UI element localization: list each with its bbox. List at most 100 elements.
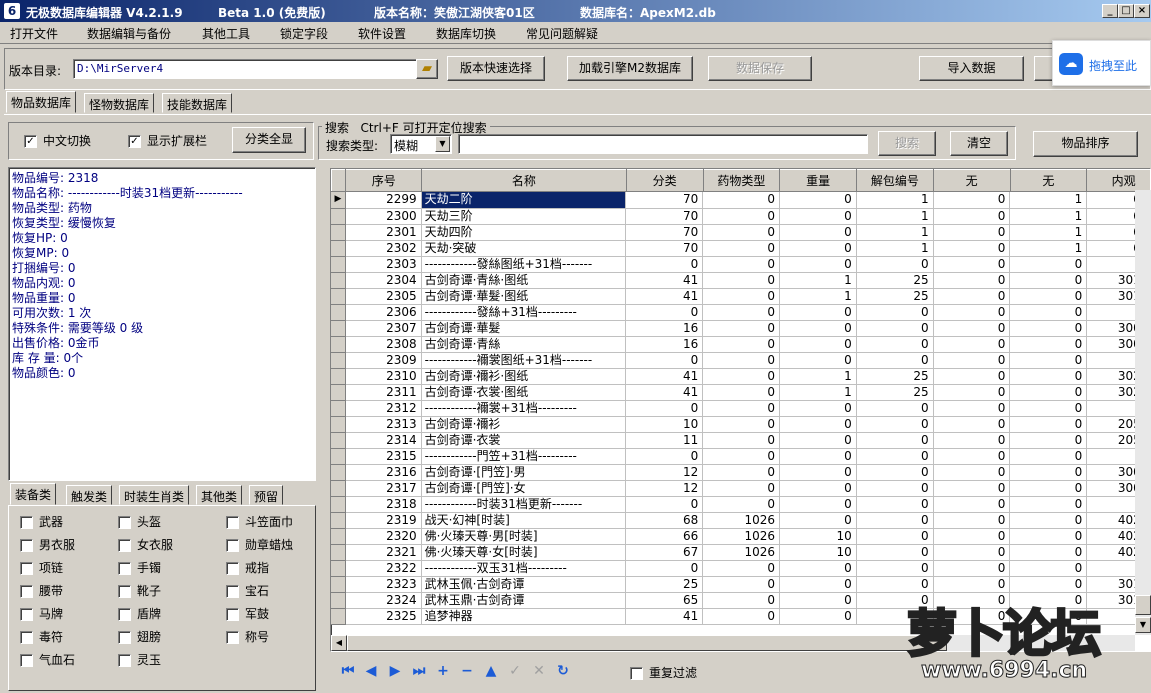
table-cell[interactable]: 0 xyxy=(702,272,781,289)
table-row[interactable]: 2316古剑奇谭·[門笠]·男120000030067 xyxy=(331,464,1150,481)
post-record-icon[interactable]: ✓ xyxy=(506,663,524,679)
table-cell[interactable]: 0 xyxy=(1009,560,1088,577)
table-cell[interactable]: 天劫二阶 xyxy=(421,192,627,209)
menu-faq[interactable]: 常见问题解疑 xyxy=(526,25,598,42)
row-indicator[interactable] xyxy=(331,352,346,369)
table-row[interactable]: 2319战天·幻神[时装]681026000040278 xyxy=(331,512,1150,529)
category-checkbox[interactable]: 头盔 xyxy=(118,513,161,530)
table-cell[interactable]: 70 xyxy=(625,240,704,257)
table-cell[interactable]: 0 xyxy=(856,416,934,433)
table-cell[interactable]: 0 xyxy=(933,288,1011,305)
table-cell[interactable]: 2313 xyxy=(345,416,422,433)
row-indicator[interactable] xyxy=(331,384,346,401)
table-cell[interactable]: 0 xyxy=(702,208,781,225)
category-checkbox[interactable]: 勋章蜡烛 xyxy=(226,536,293,553)
table-cell[interactable]: 古剑奇谭·華髮 xyxy=(421,320,627,337)
table-cell[interactable]: 41 xyxy=(625,368,704,385)
category-checkbox[interactable]: 武器 xyxy=(20,513,63,530)
category-checkbox[interactable]: 女衣服 xyxy=(118,536,173,553)
table-cell[interactable]: 古剑奇谭·衣裳 xyxy=(421,432,627,449)
scroll-left-icon[interactable]: ◀ xyxy=(331,635,347,651)
header-col[interactable]: 无 xyxy=(932,169,1011,192)
show-all-categories-button[interactable]: 分类全显 xyxy=(232,127,306,153)
menu-db-switch[interactable]: 数据库切换 xyxy=(436,25,496,42)
table-cell[interactable]: 2312 xyxy=(345,400,422,417)
row-indicator[interactable] xyxy=(331,528,346,545)
category-checkbox[interactable]: 气血石 xyxy=(20,651,75,668)
table-cell[interactable]: 0 xyxy=(1009,512,1088,529)
table-cell[interactable]: 战天·幻神[时装] xyxy=(421,512,627,529)
table-cell[interactable]: 0 xyxy=(625,304,704,321)
table-cell[interactable]: 古剑奇谭·襧衫 xyxy=(421,416,627,433)
row-indicator[interactable] xyxy=(331,224,346,241)
table-row[interactable]: 2302天劫·突破7000101675 xyxy=(331,240,1150,257)
table-cell[interactable]: 0 xyxy=(856,464,934,481)
row-indicator[interactable] xyxy=(331,288,346,305)
table-cell[interactable]: 0 xyxy=(1009,448,1088,465)
table-cell[interactable]: 0 xyxy=(933,496,1011,513)
table-cell[interactable]: 16 xyxy=(625,336,704,353)
prior-record-icon[interactable]: ◀ xyxy=(362,663,380,679)
menu-open-file[interactable]: 打开文件 xyxy=(10,25,58,42)
table-cell[interactable]: 0 xyxy=(1009,368,1088,385)
cancel-record-icon[interactable]: ✕ xyxy=(530,663,548,679)
table-cell[interactable]: 0 xyxy=(702,384,781,401)
row-indicator[interactable] xyxy=(331,272,346,289)
table-row[interactable]: 2314古剑奇谭·衣裳110000020595 xyxy=(331,432,1150,449)
table-cell[interactable]: 0 xyxy=(702,576,781,593)
table-cell[interactable]: 0 xyxy=(933,384,1011,401)
table-cell[interactable]: 0 xyxy=(856,336,934,353)
table-cell[interactable]: 佛·火瑧天尊·男[时装] xyxy=(421,528,627,545)
quick-select-button[interactable]: 版本快速选择 xyxy=(447,56,545,81)
row-indicator[interactable] xyxy=(331,240,346,257)
table-cell[interactable]: 0 xyxy=(856,304,934,321)
table-cell[interactable]: 0 xyxy=(1009,528,1088,545)
table-cell[interactable]: 25 xyxy=(856,368,934,385)
table-cell[interactable]: 2314 xyxy=(345,432,422,449)
menu-settings[interactable]: 软件设置 xyxy=(358,25,406,42)
table-cell[interactable]: 1 xyxy=(779,368,857,385)
next-record-icon[interactable]: ▶ xyxy=(386,663,404,679)
close-button[interactable]: × xyxy=(1134,4,1150,18)
table-cell[interactable]: ------------發絲图纸+31档------- xyxy=(421,256,627,273)
header-col[interactable]: 解包编号 xyxy=(856,169,934,192)
table-cell[interactable]: 古剑奇谭·襧衫·图纸 xyxy=(421,368,627,385)
table-cell[interactable]: 0 xyxy=(1009,320,1088,337)
table-cell[interactable]: 1026 xyxy=(702,512,781,529)
table-cell[interactable]: 0 xyxy=(779,512,857,529)
table-cell[interactable]: 0 xyxy=(1009,416,1088,433)
table-cell[interactable]: 0 xyxy=(933,544,1011,561)
table-cell[interactable]: 0 xyxy=(933,240,1011,257)
hscroll-thumb[interactable] xyxy=(347,635,947,651)
table-row[interactable]: 2300天劫三阶7000101675 xyxy=(331,208,1150,225)
clear-button[interactable]: 清空 xyxy=(950,131,1008,156)
drag-overlay[interactable]: ☁ 拖拽至此 xyxy=(1052,40,1151,86)
menu-edit-backup[interactable]: 数据编辑与备份 xyxy=(87,25,171,42)
insert-record-icon[interactable]: + xyxy=(434,663,452,679)
table-cell[interactable]: 41 xyxy=(625,272,704,289)
table-cell[interactable]: ------------襧裳+31档--------- xyxy=(421,400,627,417)
table-cell[interactable]: ------------發絲+31档--------- xyxy=(421,304,627,321)
table-cell[interactable]: 2308 xyxy=(345,336,422,353)
table-cell[interactable]: 0 xyxy=(702,480,781,497)
table-cell[interactable]: 0 xyxy=(856,448,934,465)
tab-equipment[interactable]: 装备类 xyxy=(10,483,57,505)
table-cell[interactable]: 0 xyxy=(779,256,857,273)
header-col[interactable]: 名称 xyxy=(421,169,627,192)
table-cell[interactable]: 0 xyxy=(779,320,857,337)
table-cell[interactable]: ------------双玉31档--------- xyxy=(421,560,627,577)
table-cell[interactable]: 2323 xyxy=(345,576,422,593)
table-cell[interactable]: 10 xyxy=(625,416,704,433)
table-cell[interactable]: 0 xyxy=(856,512,934,529)
table-cell[interactable]: 0 xyxy=(625,448,704,465)
table-cell[interactable]: 0 xyxy=(1009,384,1088,401)
header-col[interactable]: 序号 xyxy=(345,169,423,192)
table-row[interactable]: 2321佛·火瑧天尊·女[时装]6710261000040280 xyxy=(331,544,1150,561)
table-cell[interactable]: 2307 xyxy=(345,320,422,337)
table-cell[interactable]: 0 xyxy=(933,272,1011,289)
table-cell[interactable]: 25 xyxy=(856,384,934,401)
table-cell[interactable]: 0 xyxy=(702,240,781,257)
table-cell[interactable]: 2303 xyxy=(345,256,422,273)
repeat-filter-checkbox[interactable]: 重复过滤 xyxy=(630,664,697,681)
category-checkbox[interactable]: 毒符 xyxy=(20,628,63,645)
